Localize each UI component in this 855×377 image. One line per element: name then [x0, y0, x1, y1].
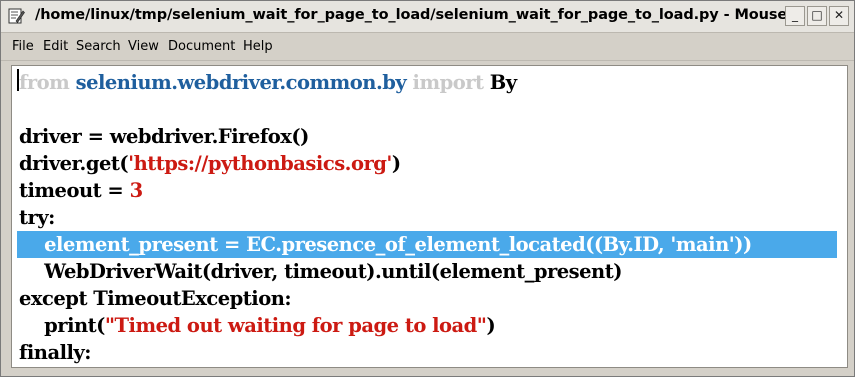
menu-bar: File Edit Search View Document Help: [1, 33, 854, 61]
mousepad-window: /home/linux/tmp/selenium_wait_for_page_t…: [0, 0, 855, 377]
code-line-11: finally:: [19, 341, 91, 364]
code-line-1: from selenium.webdriver.common.by import…: [19, 69, 517, 96]
code-line-9: except TimeoutException:: [19, 287, 292, 310]
code-line-6: try:: [19, 206, 55, 229]
string-literal: "Timed out waiting for page to load": [104, 314, 487, 337]
code-line-7-selected: element_present = EC.presence_of_element…: [17, 231, 837, 258]
module-name: selenium.webdriver.common.by: [75, 71, 407, 94]
code-text: ): [391, 152, 401, 175]
code-text: print(: [19, 314, 105, 337]
minimize-button[interactable]: _: [785, 6, 805, 26]
number-literal: 3: [129, 179, 144, 202]
code-text: ): [486, 314, 496, 337]
menu-view[interactable]: View: [128, 39, 159, 54]
window-title: /home/linux/tmp/selenium_wait_for_page_t…: [35, 7, 787, 23]
menu-help[interactable]: Help: [243, 39, 273, 54]
title-bar[interactable]: /home/linux/tmp/selenium_wait_for_page_t…: [1, 1, 854, 33]
close-button[interactable]: ✕: [829, 6, 849, 26]
keyword-from: from: [19, 71, 70, 94]
keyword-import: import: [412, 71, 484, 94]
menu-file[interactable]: File: [12, 39, 34, 54]
code-line-5: timeout = 3: [19, 177, 143, 204]
string-literal: 'https://pythonbasics.org': [128, 152, 392, 175]
menu-document[interactable]: Document: [168, 39, 235, 54]
code-text: driver.get(: [19, 152, 129, 175]
menu-search[interactable]: Search: [76, 39, 121, 54]
code-line-10: print("Timed out waiting for page to loa…: [19, 312, 496, 339]
code-line-8: WebDriverWait(driver, timeout).until(ele…: [19, 260, 622, 283]
edit-icon: [8, 8, 25, 24]
maximize-button[interactable]: □: [807, 6, 827, 26]
code-line-3: driver = webdriver.Firefox(): [19, 125, 309, 148]
import-name: By: [489, 71, 517, 94]
code-line-4: driver.get('https://pythonbasics.org'): [19, 150, 401, 177]
code-text: timeout =: [19, 179, 130, 202]
menu-edit[interactable]: Edit: [43, 39, 68, 54]
editor-viewport[interactable]: from selenium.webdriver.common.by import…: [17, 69, 843, 366]
text-editor[interactable]: from selenium.webdriver.common.by import…: [11, 65, 848, 368]
